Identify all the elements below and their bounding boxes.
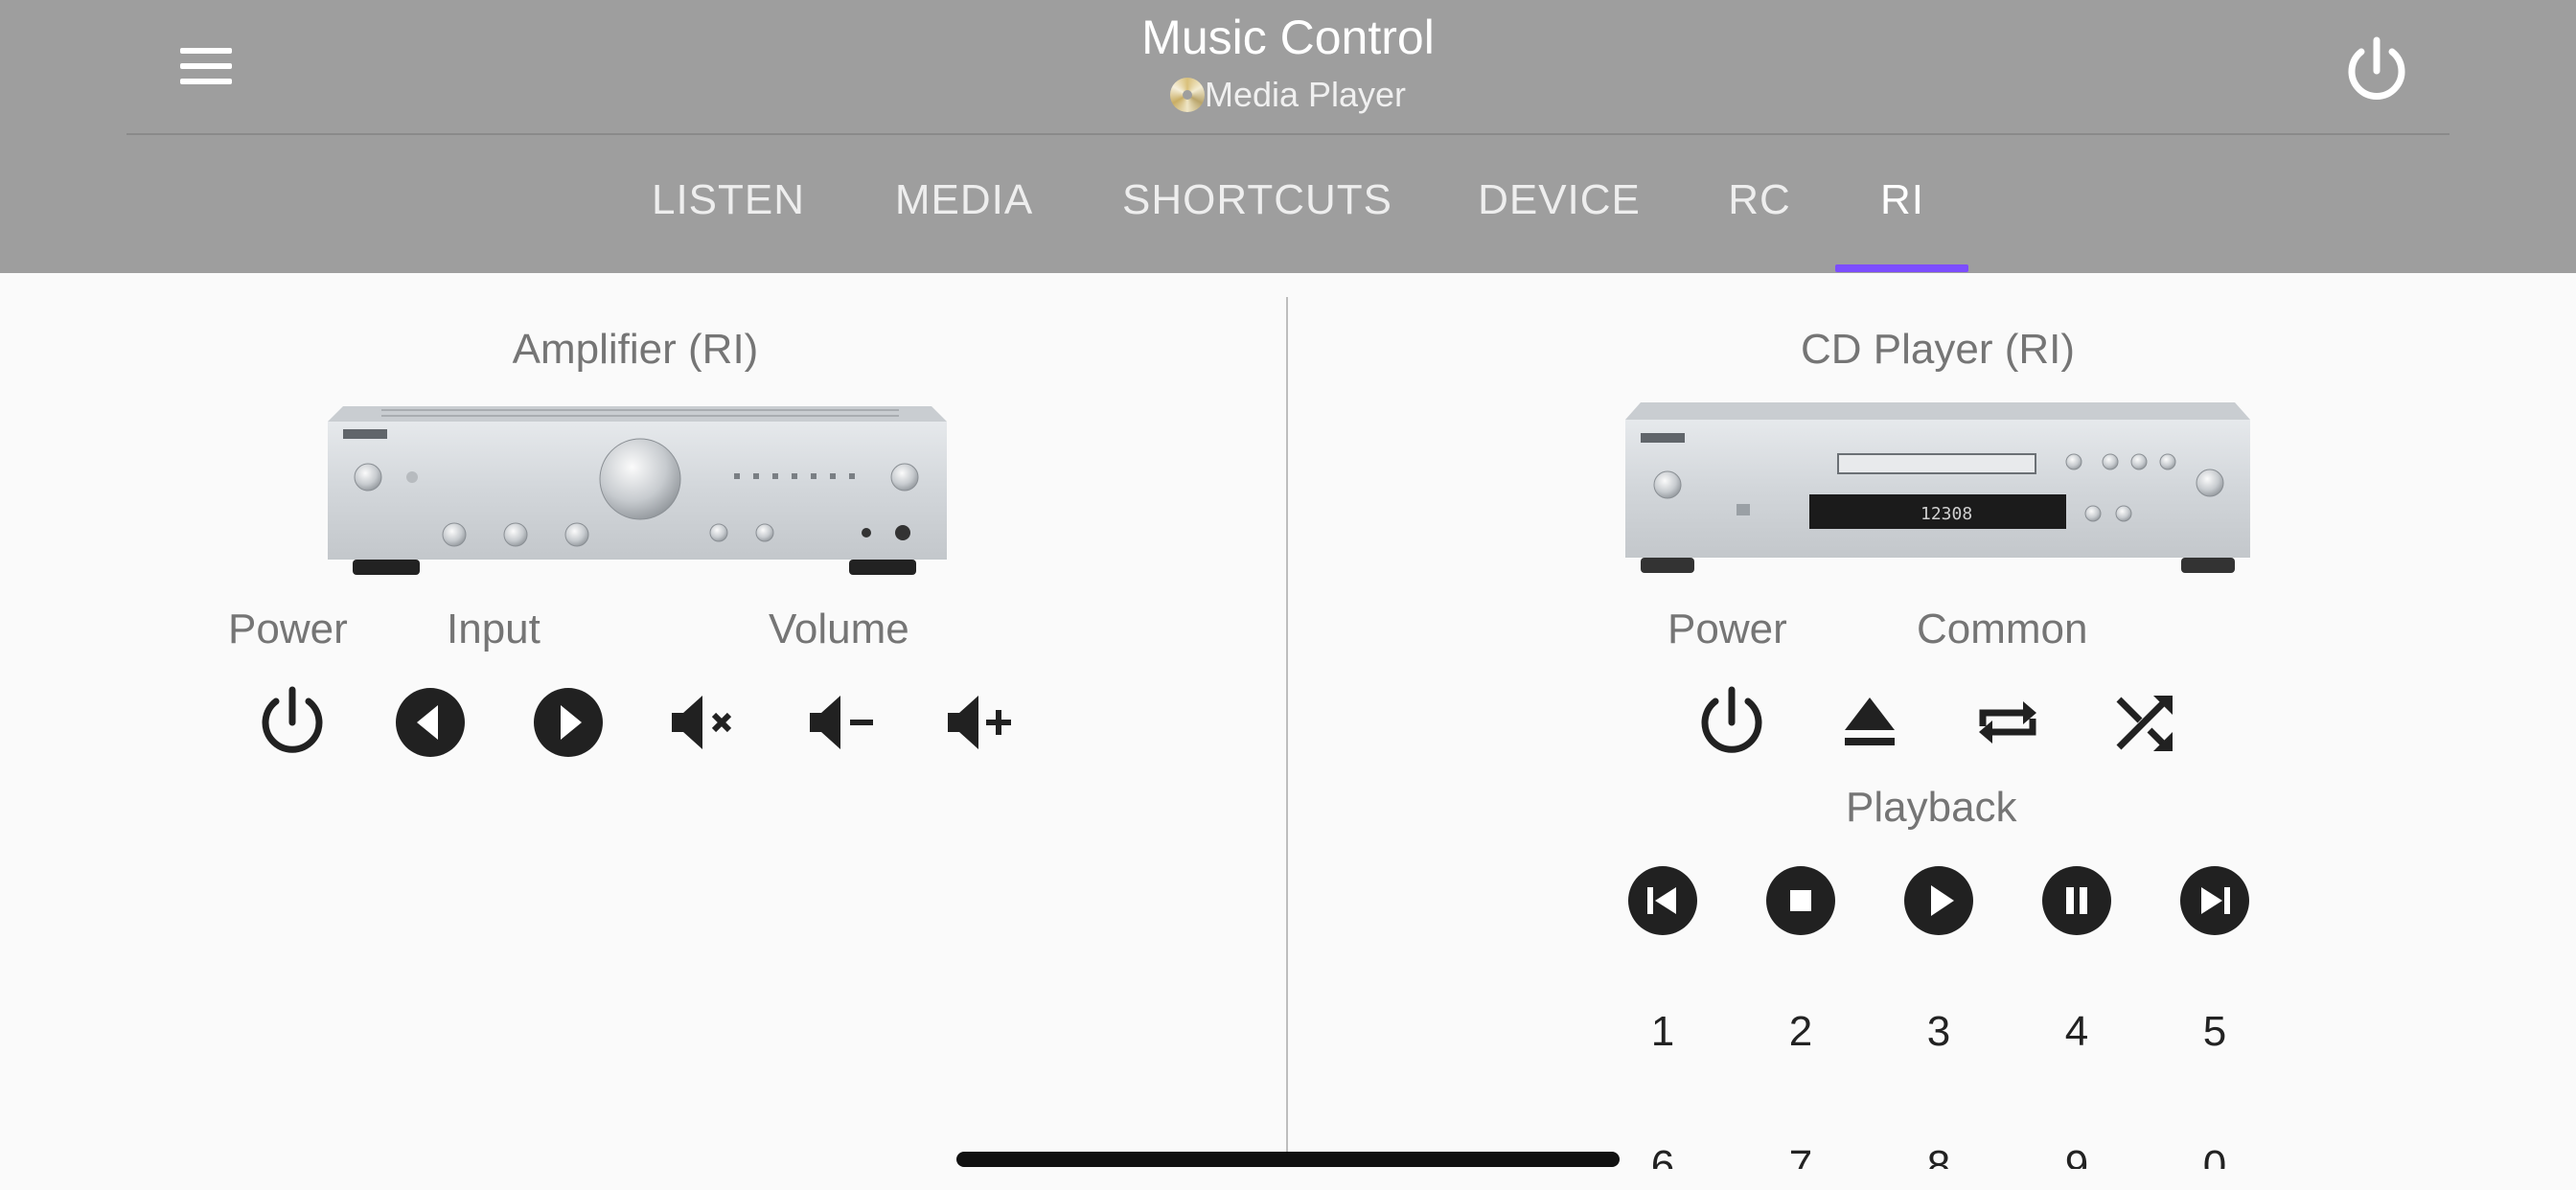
page-subtitle: Media Player xyxy=(0,75,2576,115)
page-title: Music Control xyxy=(1141,11,1435,64)
cd-common-label: Common xyxy=(1917,606,2088,652)
amp-input-label: Input xyxy=(447,606,540,652)
cd-power-button[interactable] xyxy=(1690,680,1774,765)
tab-bar: LISTEN MEDIA SHORTCUTS DEVICE RC RI xyxy=(0,135,2576,273)
amplifier-title: Amplifier (RI) xyxy=(512,326,759,373)
cd-player-title: CD Player (RI) xyxy=(1800,326,2076,373)
tab-device[interactable]: DEVICE xyxy=(1466,135,1652,273)
skip-next-button[interactable] xyxy=(2173,858,2257,943)
shuffle-icon[interactable] xyxy=(2104,680,2188,765)
subtitle-text: Media Player xyxy=(1204,75,1407,114)
amp-power-button[interactable] xyxy=(250,680,334,765)
input-previous-button[interactable] xyxy=(388,680,472,765)
volume-mute-icon[interactable] xyxy=(664,680,748,765)
amp-power-label: Power xyxy=(228,606,348,652)
scroll-clip xyxy=(1288,1169,2576,1190)
amplifier-image xyxy=(324,400,951,584)
tab-media[interactable]: MEDIA xyxy=(880,135,1048,273)
number-4-button[interactable]: 4 xyxy=(2038,1008,2115,1056)
amp-volume-label: Volume xyxy=(769,606,909,652)
volume-up-icon[interactable] xyxy=(940,680,1024,765)
tab-listen[interactable]: LISTEN xyxy=(644,135,813,273)
section-divider xyxy=(1286,297,1288,1159)
cd-power-label: Power xyxy=(1668,606,1787,652)
playback-label: Playback xyxy=(1846,784,2017,831)
home-indicator[interactable] xyxy=(956,1152,1620,1167)
tab-shortcuts[interactable]: SHORTCUTS xyxy=(1112,135,1403,273)
skip-previous-button[interactable] xyxy=(1621,858,1705,943)
repeat-icon[interactable] xyxy=(1966,680,2050,765)
pause-button[interactable] xyxy=(2035,858,2119,943)
number-2-button[interactable]: 2 xyxy=(1762,1008,1839,1056)
eject-icon[interactable] xyxy=(1828,680,1912,765)
tab-rc[interactable]: RC xyxy=(1712,135,1807,273)
app-header: Music Control Media Player LISTEN MEDIA … xyxy=(0,0,2576,273)
cd-display-text: 12308 xyxy=(1920,504,1972,524)
tab-ri[interactable]: RI xyxy=(1854,135,1950,273)
input-next-button[interactable] xyxy=(526,680,610,765)
cd-disc-icon xyxy=(1169,78,1205,112)
number-3-button[interactable]: 3 xyxy=(1900,1008,1977,1056)
number-5-button[interactable]: 5 xyxy=(2176,1008,2253,1056)
number-1-button[interactable]: 1 xyxy=(1624,1008,1701,1056)
play-button[interactable] xyxy=(1897,858,1981,943)
volume-down-icon[interactable] xyxy=(802,680,886,765)
stop-button[interactable] xyxy=(1759,858,1843,943)
power-icon[interactable] xyxy=(2338,33,2415,109)
tab-active-indicator xyxy=(1835,264,1968,272)
cd-player-image: 12308 xyxy=(1622,399,2254,582)
